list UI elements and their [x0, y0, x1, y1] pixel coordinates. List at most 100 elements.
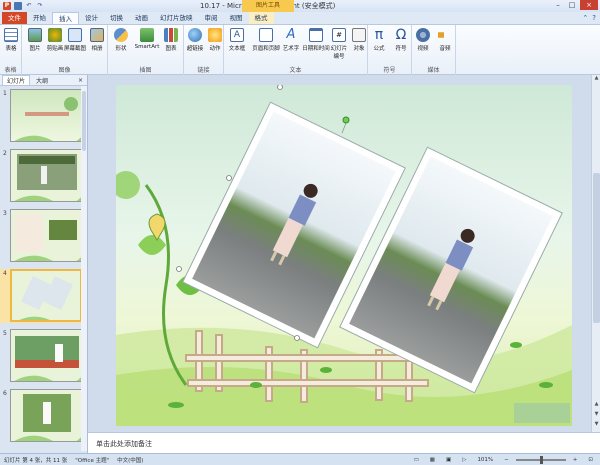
group-label: 文本	[289, 67, 302, 74]
tab-outline[interactable]: 大纲	[32, 76, 52, 85]
action-icon	[208, 28, 222, 42]
chart-button[interactable]: 图表	[160, 28, 182, 52]
tab-insert[interactable]: 插入	[52, 12, 79, 24]
fit-window-icon[interactable]: ⊡	[584, 457, 597, 463]
slideshow-icon[interactable]: ▷	[458, 457, 470, 463]
tab-format[interactable]: 格式	[248, 12, 274, 24]
group-images: 图片 剪贴画 屏幕截图 相册 图像	[22, 25, 108, 75]
header-footer-button[interactable]: 页眉和页脚	[252, 28, 280, 52]
tab-view[interactable]: 视图	[224, 12, 249, 24]
next-slide-icon[interactable]: ▼	[592, 411, 600, 419]
group-label: 链接	[197, 67, 210, 74]
group-label: 表格	[4, 67, 17, 74]
zoom-out-icon[interactable]: −	[500, 457, 513, 463]
current-slide[interactable]	[116, 85, 572, 426]
title-bar: P ↶ ↷ 10.17 - Microsoft PowerPoint (安全模式…	[0, 0, 600, 12]
minimize-button[interactable]: –	[552, 0, 564, 10]
vertical-scrollbar[interactable]: ▲ ▲ ▼ ▼	[591, 75, 600, 432]
date-time-button[interactable]: 日期和时间	[302, 28, 330, 52]
slide-artwork	[116, 85, 572, 426]
panel-scrollbar[interactable]	[81, 86, 87, 451]
film-icon	[416, 28, 430, 42]
maximize-button[interactable]: □	[566, 0, 578, 10]
picture-icon	[28, 28, 42, 42]
slide-thumb-image	[10, 329, 82, 382]
reading-view-icon[interactable]: ▣	[442, 457, 455, 463]
quick-access-toolbar: P ↶ ↷	[0, 2, 44, 10]
omega-icon: Ω	[395, 27, 407, 43]
action-button[interactable]: 动作	[204, 28, 226, 52]
smartart-icon	[140, 28, 154, 42]
close-panel-icon[interactable]: ×	[74, 77, 87, 84]
smartart-button[interactable]: SmartArt	[134, 28, 160, 50]
tab-animations[interactable]: 动画	[129, 12, 154, 24]
close-button[interactable]: ×	[580, 0, 598, 10]
hyperlink-button[interactable]: 超链接	[184, 28, 206, 52]
slide-sorter-icon[interactable]: ▦	[426, 457, 439, 463]
tab-slides[interactable]: 幻灯片	[2, 74, 31, 86]
slide-thumbnail[interactable]: 5	[0, 329, 86, 383]
help-icon[interactable]: ?	[592, 14, 596, 22]
slide-thumbnail-selected[interactable]: 4	[0, 269, 86, 323]
language[interactable]: 中文(中国)	[113, 456, 147, 464]
tab-design[interactable]: 设计	[79, 12, 104, 24]
screenshot-button[interactable]: 屏幕截图	[64, 28, 86, 52]
scroll-down-icon[interactable]: ▼	[592, 421, 600, 429]
slide-number-button[interactable]: # 幻灯片 编号	[328, 28, 350, 60]
prev-slide-icon[interactable]: ▲	[592, 401, 600, 409]
slide-thumb-image	[10, 269, 82, 322]
tab-home[interactable]: 开始	[27, 12, 52, 24]
picture-tools-label: 图片工具	[242, 0, 294, 12]
symbol-button[interactable]: Ω 符号	[390, 28, 412, 52]
slide-thumb-image	[10, 209, 82, 262]
slide-thumbnail[interactable]: 6	[0, 389, 86, 443]
group-table: 表格 表格	[0, 25, 22, 75]
normal-view-icon[interactable]: ▭	[410, 457, 423, 463]
table-button[interactable]: 表格	[0, 28, 22, 52]
tab-file[interactable]: 文件	[2, 12, 27, 24]
group-text: A 文本框 页眉和页脚 A 艺术字 日期和时间 # 幻灯片 编号 对象 文本	[224, 25, 368, 75]
powerpoint-logo-icon[interactable]: P	[3, 2, 11, 10]
tab-slideshow[interactable]: 幻灯片放映	[154, 12, 199, 24]
tab-review[interactable]: 审阅	[199, 12, 224, 24]
zoom-slider[interactable]	[515, 455, 566, 464]
globe-icon	[188, 28, 202, 42]
save-icon[interactable]	[14, 2, 22, 10]
audio-button[interactable]: 音频	[434, 28, 456, 52]
speaker-icon	[438, 28, 452, 42]
minimize-ribbon-icon[interactable]: ⌃	[582, 14, 588, 22]
notes-placeholder: 单击此处添加备注	[96, 440, 152, 448]
equation-button[interactable]: π 公式	[368, 28, 390, 52]
textbox-icon: A	[230, 28, 244, 42]
slide-thumbnail[interactable]: 2	[0, 149, 86, 203]
zoom-in-icon[interactable]: +	[569, 457, 582, 463]
undo-icon[interactable]: ↶	[25, 2, 33, 10]
tab-transitions[interactable]: 切换	[104, 12, 129, 24]
group-label: 媒体	[427, 67, 440, 74]
clipart-button[interactable]: 剪贴画	[44, 28, 66, 52]
group-links: 超链接 动作 链接	[184, 25, 224, 75]
calendar-icon	[309, 28, 323, 42]
theme-name: "Office 主题"	[75, 457, 110, 464]
group-label: 符号	[383, 67, 396, 74]
scroll-up-icon[interactable]: ▲	[592, 75, 600, 83]
zoom-level[interactable]: 101%	[473, 457, 497, 463]
slide-thumbnail[interactable]: 1	[0, 89, 86, 143]
slide-thumbnail[interactable]: 3	[0, 209, 86, 263]
notes-pane[interactable]: 单击此处添加备注	[88, 432, 600, 453]
textbox-button[interactable]: A 文本框	[226, 28, 248, 52]
slide-number-icon: #	[332, 28, 346, 42]
album-icon	[90, 28, 104, 42]
redo-icon[interactable]: ↷	[36, 2, 44, 10]
picture-button[interactable]: 图片	[24, 28, 46, 52]
video-button[interactable]: 视频	[412, 28, 434, 52]
photo-album-button[interactable]: 相册	[86, 28, 108, 52]
shapes-button[interactable]: 形状	[110, 28, 132, 52]
wordart-button[interactable]: A 艺术字	[280, 28, 302, 53]
group-illustrations: 形状 SmartArt 图表 插图	[108, 25, 184, 75]
watermark-logo	[514, 403, 570, 423]
scroll-thumb[interactable]	[593, 173, 600, 323]
ribbon-tabs: 文件 开始 插入 设计 切换 动画 幻灯片放映 审阅 视图 格式 ⌃ ?	[0, 12, 600, 25]
object-button[interactable]: 对象	[348, 28, 370, 52]
shapes-icon	[114, 28, 128, 42]
